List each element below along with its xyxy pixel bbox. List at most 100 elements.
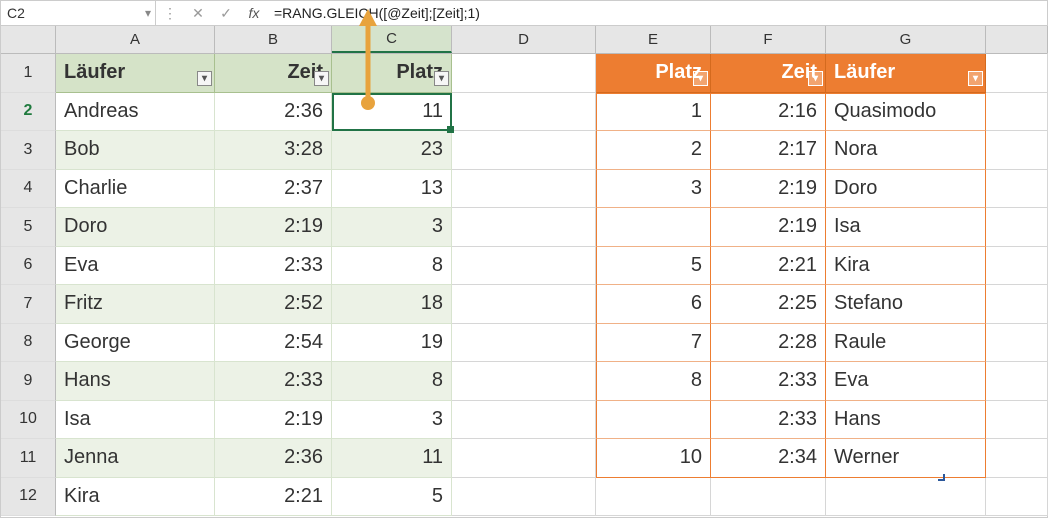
cell[interactable]: 8 — [596, 362, 711, 401]
row-header[interactable]: 9 — [1, 362, 56, 401]
cell[interactable] — [452, 54, 596, 93]
cell[interactable]: 11 — [332, 439, 452, 478]
name-box[interactable]: C2 ▾ — [1, 1, 156, 25]
cell[interactable]: Kira — [56, 478, 215, 517]
row-header[interactable]: 11 — [1, 439, 56, 478]
cell-area[interactable]: Läufer▾Zeit▾Platz▾Platz▾Zeit▾Läufer▾Andr… — [56, 54, 1048, 516]
cell[interactable]: 23 — [332, 131, 452, 170]
row-header[interactable]: 3 — [1, 131, 56, 170]
cell[interactable]: 8 — [332, 362, 452, 401]
cell[interactable] — [986, 208, 1048, 247]
cell[interactable]: 5 — [332, 478, 452, 517]
cell[interactable]: 11 — [332, 93, 452, 132]
cell[interactable]: 2:19 — [711, 170, 826, 209]
filter-dropdown-icon[interactable]: ▾ — [197, 71, 212, 86]
row-header[interactable]: 4 — [1, 170, 56, 209]
cell[interactable]: 2:36 — [215, 439, 332, 478]
cell[interactable]: Doro — [826, 170, 986, 209]
cell[interactable]: 3:28 — [215, 131, 332, 170]
filter-dropdown-icon[interactable]: ▾ — [434, 71, 449, 86]
cell[interactable]: 13 — [332, 170, 452, 209]
cell[interactable] — [986, 131, 1048, 170]
cell[interactable]: Kira — [826, 247, 986, 286]
column-header[interactable]: E — [596, 26, 711, 53]
cell[interactable]: 2:19 — [215, 208, 332, 247]
cell[interactable]: 1 — [596, 93, 711, 132]
cell[interactable]: Zeit▾ — [711, 54, 826, 93]
cell[interactable]: Andreas — [56, 93, 215, 132]
filter-dropdown-icon[interactable]: ▾ — [968, 71, 983, 86]
row-header[interactable]: 7 — [1, 285, 56, 324]
cell[interactable] — [986, 439, 1048, 478]
cell[interactable]: Zeit▾ — [215, 54, 332, 93]
select-all-corner[interactable] — [1, 26, 56, 53]
cell[interactable]: 2:21 — [711, 247, 826, 286]
column-header[interactable]: C — [332, 26, 452, 53]
cell[interactable]: Raule — [826, 324, 986, 363]
row-header[interactable]: 2 — [1, 93, 56, 132]
cell[interactable]: 2:16 — [711, 93, 826, 132]
cell[interactable] — [596, 401, 711, 440]
cell[interactable]: 2:36 — [215, 93, 332, 132]
cell[interactable] — [452, 131, 596, 170]
cell[interactable] — [986, 93, 1048, 132]
cell[interactable] — [986, 247, 1048, 286]
cell[interactable]: 2:33 — [711, 362, 826, 401]
cell[interactable]: Jenna — [56, 439, 215, 478]
cell[interactable]: 3 — [332, 208, 452, 247]
cell[interactable]: 2:17 — [711, 131, 826, 170]
fx-icon[interactable]: fx — [240, 1, 268, 25]
cell[interactable] — [986, 54, 1048, 93]
cell[interactable] — [452, 401, 596, 440]
cell[interactable]: Doro — [56, 208, 215, 247]
cell[interactable] — [986, 285, 1048, 324]
cell[interactable]: Charlie — [56, 170, 215, 209]
cell[interactable]: 2:28 — [711, 324, 826, 363]
cell[interactable]: 5 — [596, 247, 711, 286]
cell[interactable]: 2:33 — [215, 362, 332, 401]
column-header[interactable]: D — [452, 26, 596, 53]
cell[interactable] — [452, 208, 596, 247]
cell[interactable]: 2:33 — [215, 247, 332, 286]
cell[interactable]: 2 — [596, 131, 711, 170]
cell[interactable] — [452, 93, 596, 132]
cell[interactable]: 10 — [596, 439, 711, 478]
cell[interactable]: 3 — [596, 170, 711, 209]
cell[interactable]: Fritz — [56, 285, 215, 324]
cell[interactable]: 2:34 — [711, 439, 826, 478]
cell[interactable] — [452, 324, 596, 363]
cell[interactable]: 6 — [596, 285, 711, 324]
column-header[interactable]: F — [711, 26, 826, 53]
cell[interactable] — [826, 478, 986, 517]
cell[interactable]: Platz▾ — [596, 54, 711, 93]
cell[interactable] — [452, 439, 596, 478]
cell[interactable] — [452, 170, 596, 209]
cell[interactable] — [711, 478, 826, 517]
cell[interactable]: 2:21 — [215, 478, 332, 517]
cell[interactable]: Hans — [56, 362, 215, 401]
filter-dropdown-icon[interactable]: ▾ — [808, 71, 823, 86]
cell[interactable]: Bob — [56, 131, 215, 170]
cell[interactable] — [452, 247, 596, 286]
cell[interactable] — [986, 170, 1048, 209]
cell[interactable] — [596, 208, 711, 247]
cell[interactable] — [986, 324, 1048, 363]
cell[interactable]: 2:19 — [711, 208, 826, 247]
cell[interactable]: 2:25 — [711, 285, 826, 324]
cell[interactable]: 2:52 — [215, 285, 332, 324]
cell[interactable]: Eva — [56, 247, 215, 286]
row-header[interactable]: 6 — [1, 247, 56, 286]
chevron-down-icon[interactable]: ▾ — [145, 6, 151, 20]
cell[interactable] — [452, 362, 596, 401]
cell[interactable]: Läufer▾ — [826, 54, 986, 93]
column-header[interactable]: A — [56, 26, 215, 53]
cell[interactable]: 19 — [332, 324, 452, 363]
cancel-formula-icon[interactable]: ✕ — [184, 1, 212, 25]
cell[interactable]: Quasimodo — [826, 93, 986, 132]
cell[interactable]: 2:19 — [215, 401, 332, 440]
cell[interactable]: 3 — [332, 401, 452, 440]
cell[interactable]: Platz▾ — [332, 54, 452, 93]
accept-formula-icon[interactable]: ✓ — [212, 1, 240, 25]
cell[interactable]: George — [56, 324, 215, 363]
filter-dropdown-icon[interactable]: ▾ — [314, 71, 329, 86]
